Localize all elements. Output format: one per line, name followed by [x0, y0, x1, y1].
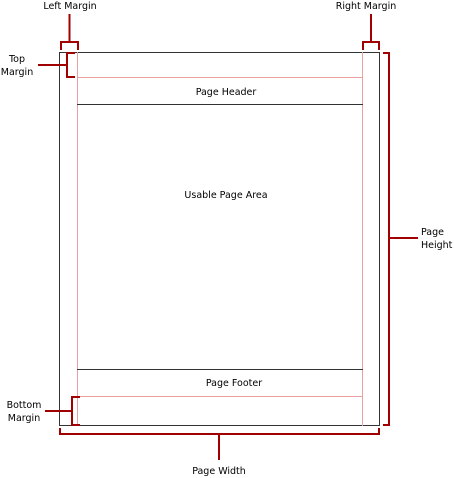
right-margin-label: Right Margin [336, 1, 396, 12]
usable-area-label: Usable Page Area [184, 190, 267, 201]
page-header-label: Page Header [196, 87, 257, 98]
page-width-bracket [59, 428, 380, 460]
page-footer-label: Page Footer [206, 378, 262, 389]
top-margin-label-line-1: Top [8, 54, 25, 65]
top-margin-bracket [38, 52, 75, 78]
bottom-margin-bracket [45, 396, 80, 426]
page-height-label-line-1: Page [421, 227, 444, 238]
right-margin-bracket [362, 14, 380, 50]
bottom-margin-label-line-1: Bottom [7, 400, 42, 411]
left-margin-label: Left Margin [43, 1, 96, 12]
page-width-label: Page Width [192, 466, 246, 477]
page-height-label-line-2: Height [421, 240, 453, 251]
top-margin-label-line-2: Margin [1, 67, 33, 78]
left-margin-bracket [60, 14, 79, 50]
page-layout-diagram: Page Header Usable Page Area Page Footer [1, 1, 453, 477]
page-height-bracket [383, 52, 418, 426]
bottom-margin-label-line-2: Margin [8, 413, 40, 424]
